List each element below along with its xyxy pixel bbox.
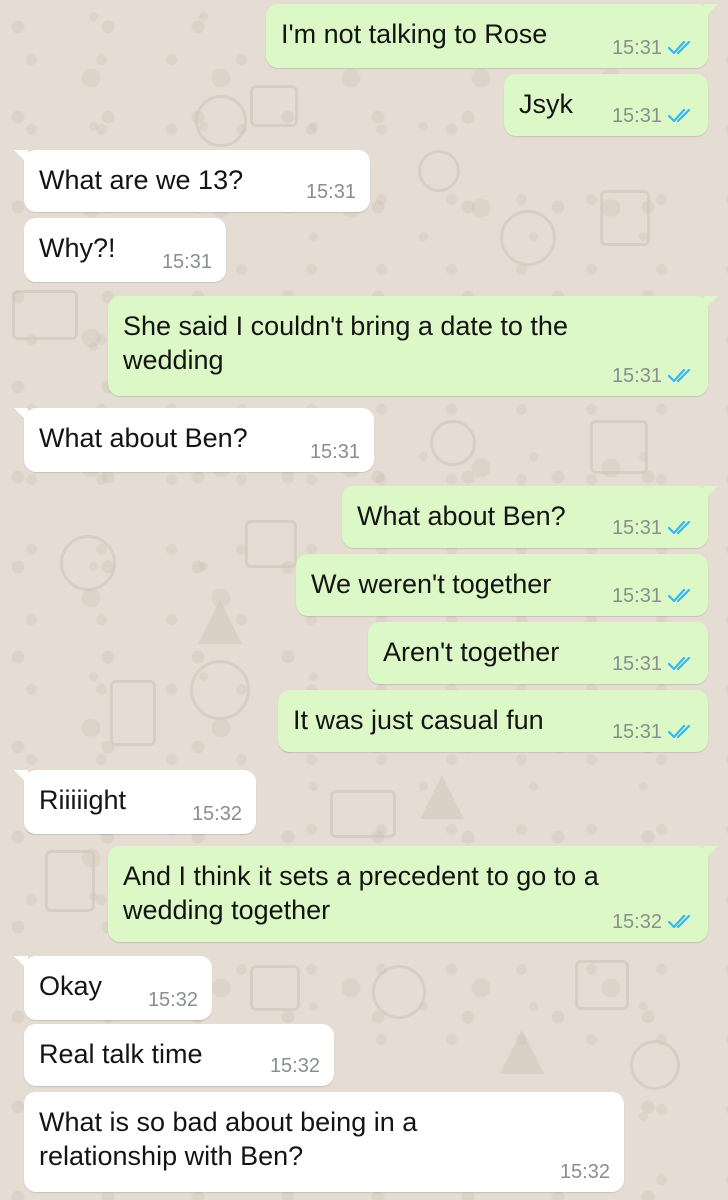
double-check-icon bbox=[668, 656, 694, 672]
double-check-icon bbox=[668, 40, 694, 56]
wallpaper-doodle bbox=[45, 850, 95, 912]
message-text: She said I couldn't bring a date to the … bbox=[123, 311, 568, 375]
message-meta: 15:31 bbox=[310, 441, 360, 463]
message-meta: 15:31 bbox=[612, 653, 694, 675]
wallpaper-doodle bbox=[245, 520, 297, 568]
message-time: 15:31 bbox=[611, 517, 662, 539]
outgoing-message[interactable]: I'm not talking to Rose 15:31 bbox=[266, 4, 718, 68]
outgoing-message[interactable]: She said I couldn't bring a date to the … bbox=[108, 296, 718, 396]
message-meta: 15:31 bbox=[162, 251, 212, 273]
wallpaper-doodle bbox=[430, 420, 476, 466]
message-time: 15:32 bbox=[269, 1055, 320, 1077]
message-time: 15:31 bbox=[309, 441, 360, 463]
outgoing-message[interactable]: It was just casual fun 15:31 bbox=[278, 690, 708, 752]
message-text: What is so bad about being in a relation… bbox=[39, 1107, 418, 1171]
message-time: 15:31 bbox=[611, 37, 662, 59]
message-meta: 15:32 bbox=[560, 1161, 610, 1183]
wallpaper-doodle bbox=[500, 210, 556, 266]
outgoing-message[interactable]: And I think it sets a precedent to go to… bbox=[108, 846, 718, 942]
wallpaper-doodle bbox=[330, 790, 396, 838]
outgoing-message[interactable]: Jsyk 15:31 bbox=[504, 74, 708, 136]
wallpaper-doodle bbox=[600, 190, 650, 246]
incoming-message[interactable]: What are we 13? 15:31 bbox=[14, 150, 370, 212]
wallpaper-doodle bbox=[12, 290, 78, 340]
incoming-message[interactable]: What about Ben? 15:31 bbox=[14, 408, 374, 472]
wallpaper-doodle bbox=[372, 965, 426, 1019]
message-meta: 15:31 bbox=[612, 721, 694, 743]
message-meta: 15:31 bbox=[612, 585, 694, 607]
incoming-message[interactable]: Riiiiight 15:32 bbox=[14, 770, 256, 834]
wallpaper-doodle bbox=[418, 150, 460, 192]
message-meta: 15:31 bbox=[612, 105, 694, 127]
wallpaper-doodle bbox=[60, 535, 116, 591]
wallpaper-doodle bbox=[630, 1040, 680, 1090]
message-meta: 15:32 bbox=[270, 1055, 320, 1077]
wallpaper-doodle bbox=[250, 965, 300, 1011]
message-time: 15:31 bbox=[611, 653, 662, 675]
incoming-message[interactable]: Why?! 15:31 bbox=[24, 218, 226, 282]
double-check-icon bbox=[668, 588, 694, 604]
wallpaper-doodle bbox=[420, 775, 464, 819]
message-time: 15:31 bbox=[611, 585, 662, 607]
wallpaper-doodle bbox=[590, 420, 648, 474]
message-meta: 15:32 bbox=[612, 911, 694, 933]
wallpaper-doodle bbox=[198, 600, 242, 644]
chat-window: I'm not talking to Rose 15:31 Jsyk 15:31… bbox=[0, 0, 728, 1200]
incoming-message[interactable]: What is so bad about being in a relation… bbox=[24, 1092, 624, 1192]
wallpaper-doodle bbox=[500, 1030, 544, 1074]
message-time: 15:32 bbox=[559, 1161, 610, 1183]
double-check-icon bbox=[668, 368, 694, 384]
incoming-message[interactable]: Okay 15:32 bbox=[14, 956, 212, 1020]
message-time: 15:31 bbox=[611, 105, 662, 127]
message-meta: 15:31 bbox=[306, 181, 356, 203]
double-check-icon bbox=[668, 914, 694, 930]
wallpaper-doodle bbox=[250, 85, 298, 127]
wallpaper-doodle bbox=[575, 960, 629, 1010]
message-meta: 15:31 bbox=[612, 517, 694, 539]
message-meta: 15:32 bbox=[192, 803, 242, 825]
wallpaper-doodle bbox=[110, 680, 156, 746]
wallpaper-doodle bbox=[195, 95, 247, 147]
double-check-icon bbox=[668, 108, 694, 124]
message-time: 15:32 bbox=[147, 989, 198, 1011]
message-time: 15:31 bbox=[611, 365, 662, 387]
message-meta: 15:32 bbox=[148, 989, 198, 1011]
double-check-icon bbox=[668, 724, 694, 740]
message-time: 15:32 bbox=[611, 911, 662, 933]
message-time: 15:31 bbox=[611, 721, 662, 743]
message-time: 15:32 bbox=[191, 803, 242, 825]
message-text: And I think it sets a precedent to go to… bbox=[123, 861, 599, 925]
outgoing-message[interactable]: What about Ben? 15:31 bbox=[342, 486, 718, 548]
wallpaper-doodle bbox=[190, 660, 250, 720]
message-time: 15:31 bbox=[161, 251, 212, 273]
message-meta: 15:31 bbox=[612, 365, 694, 387]
message-meta: 15:31 bbox=[612, 37, 694, 59]
incoming-message[interactable]: Real talk time 15:32 bbox=[24, 1024, 334, 1086]
outgoing-message[interactable]: We weren't together 15:31 bbox=[296, 554, 708, 616]
message-time: 15:31 bbox=[305, 181, 356, 203]
double-check-icon bbox=[668, 520, 694, 536]
outgoing-message[interactable]: Aren't together 15:31 bbox=[368, 622, 708, 684]
